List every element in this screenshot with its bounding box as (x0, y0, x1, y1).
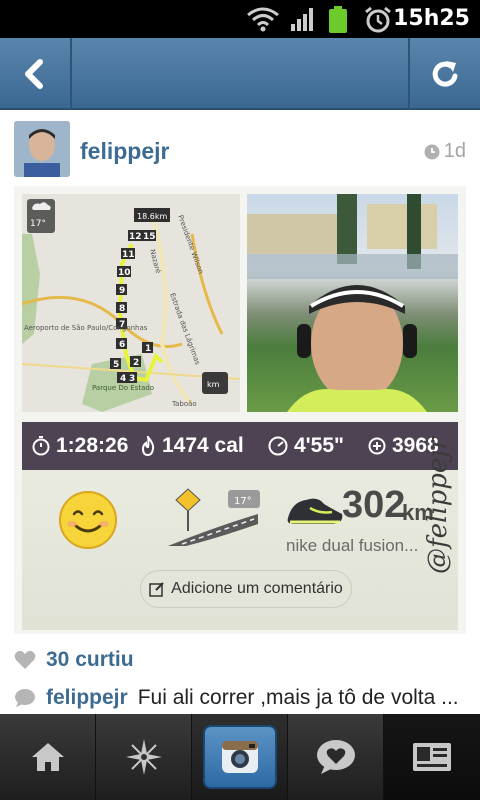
post-time: 1d (424, 140, 466, 163)
add-comment-label: Adicione um comentário (171, 580, 343, 597)
home-icon (31, 743, 64, 771)
time-ago-label: 1d (443, 140, 466, 162)
road-weather-icon: 17° (168, 488, 260, 546)
tab-profile[interactable] (384, 714, 480, 800)
bottom-tab-bar (0, 714, 480, 800)
back-button[interactable] (0, 38, 72, 110)
smiley-icon (59, 491, 117, 549)
stat-calories: 1474 cal (140, 434, 244, 458)
battery-icon (329, 6, 347, 33)
heart-bubble-icon (316, 740, 355, 774)
photo-watermark: @felippejr (423, 437, 453, 575)
map-marker-5: 5 (113, 360, 119, 370)
post-photo[interactable]: 1 2 3 4 5 6 7 8 9 10 11 12 15 18.6km 17°… (14, 186, 466, 634)
wifi-icon (247, 7, 279, 32)
camera-icon (221, 741, 258, 773)
stat-pace-value: 4'55" (294, 434, 344, 457)
flame-icon (141, 436, 155, 456)
profile-card-icon (413, 743, 451, 771)
map-label-airport: Aeroporto de São Paulo/Congonhas (24, 324, 148, 332)
post-username[interactable]: felippejr (80, 138, 169, 165)
caption-row: felippejr Fui ali correr ,mais ja tô de … (14, 686, 474, 710)
add-comment-button[interactable]: Adicione um comentário (140, 570, 352, 608)
map-temperature: 17° (30, 219, 46, 229)
map-marker-10: 10 (118, 268, 131, 278)
stopwatch-icon (32, 436, 50, 456)
run-map: 1 2 3 4 5 6 7 8 9 10 11 12 15 18.6km 17°… (22, 194, 240, 412)
avatar[interactable] (14, 121, 70, 177)
map-marker-2: 2 (133, 358, 139, 368)
alarm-icon (365, 6, 391, 33)
speedometer-icon (268, 436, 288, 456)
stat-calories-value: 1474 cal (162, 434, 244, 457)
compass-icon (125, 739, 162, 775)
map-marker-12: 12 (129, 232, 142, 242)
tab-activity[interactable] (288, 714, 384, 800)
shoe-name: nike dual fusion... (286, 536, 419, 555)
heart-icon (14, 650, 36, 669)
camera-button[interactable] (202, 725, 277, 789)
shoe-icon (287, 498, 343, 524)
caption-text: Fui ali correr ,mais ja tô de volta ... (137, 686, 459, 709)
map-marker-15: 15 (143, 232, 156, 242)
status-bar: 15h25 (0, 0, 480, 38)
nav-bar (0, 38, 480, 110)
caption-username[interactable]: felippejr (46, 686, 128, 710)
map-marker-1: 1 (145, 344, 151, 354)
map-label-park: Parque Do Estado (92, 384, 154, 392)
comment-bubble-icon (15, 689, 35, 707)
map-marker-8: 8 (119, 304, 125, 314)
map-marker-3: 3 (129, 374, 135, 384)
map-distance-badge: 18.6km (137, 212, 167, 221)
fuel-icon (368, 437, 386, 455)
clock-icon (424, 144, 440, 159)
likes-count: 30 curtiu (46, 648, 134, 671)
run-stats-bar: 1:28:26 1474 cal 4'55" 3968 (22, 422, 458, 470)
run-summary: 17° 302 km nike dual fusion... Adicione … (22, 470, 458, 630)
post-header: felippejr 1d (0, 110, 480, 186)
tab-home[interactable] (0, 714, 96, 800)
map-km-button: km (207, 380, 220, 389)
tab-camera[interactable] (192, 714, 288, 800)
refresh-icon (432, 61, 458, 87)
chevron-left-icon (25, 59, 43, 89)
likes-row[interactable]: 30 curtiu (14, 648, 134, 672)
stat-duration: 1:28:26 (32, 434, 128, 458)
map-label-taboao: Taboão (171, 400, 197, 408)
stat-duration-value: 1:28:26 (56, 434, 129, 457)
edit-icon (149, 582, 164, 597)
stat-pace: 4'55" (268, 434, 344, 458)
refresh-button[interactable] (408, 38, 480, 110)
map-marker-4: 4 (120, 374, 126, 384)
map-marker-6: 6 (119, 340, 125, 350)
map-marker-11: 11 (122, 250, 135, 260)
signal-icon (291, 8, 313, 31)
map-marker-9: 9 (119, 286, 125, 296)
tab-explore[interactable] (96, 714, 192, 800)
total-distance-value: 302 (342, 484, 406, 526)
weather-temperature: 17° (234, 496, 252, 507)
clock: 15h25 (393, 6, 470, 31)
